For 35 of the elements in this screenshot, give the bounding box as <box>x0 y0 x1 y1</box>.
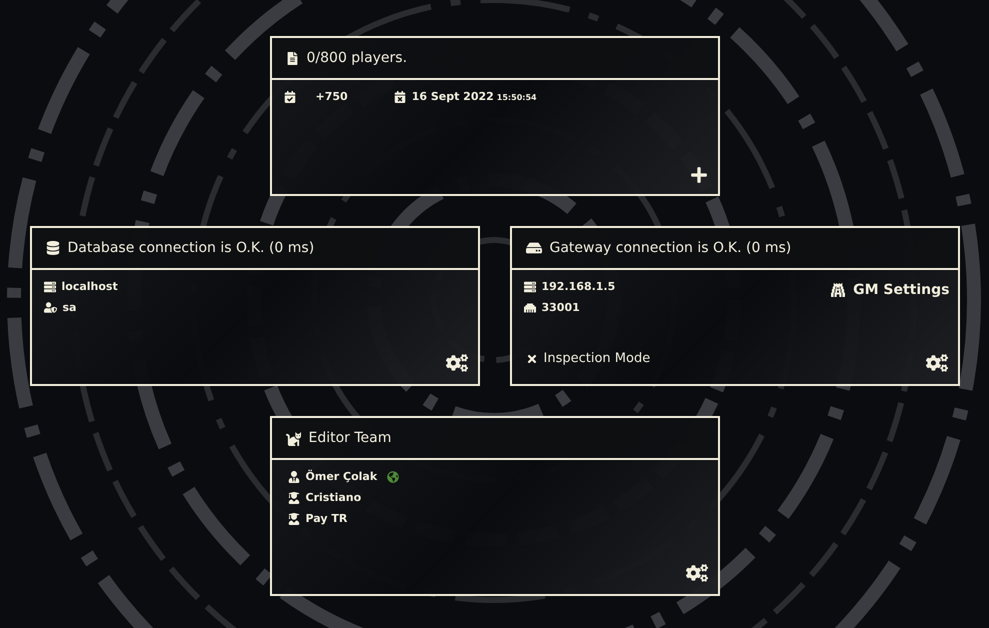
graduate-user-icon <box>288 492 300 504</box>
member-name: Cristiano <box>306 491 362 504</box>
cross-icon <box>526 352 538 364</box>
connection-detail: 33001 <box>542 301 580 314</box>
card-title: Gateway connection is O.K. (0 ms) <box>550 240 792 256</box>
ethernet-port-icon <box>524 302 536 314</box>
gm-settings-button[interactable]: GM Settings <box>831 282 950 298</box>
connection-detail: localhost <box>62 280 118 293</box>
connection-detail: 192.168.1.5 <box>542 280 616 293</box>
graduate-user-icon <box>288 512 300 524</box>
card-title: Editor Team <box>308 430 392 446</box>
card-title: Database connection is O.K. (0 ms) <box>68 240 314 256</box>
settings-button[interactable] <box>926 352 948 374</box>
tower-icon <box>831 283 846 297</box>
calendar-check-icon <box>284 90 296 102</box>
globe-icon <box>387 470 400 482</box>
user-icon <box>288 470 300 482</box>
member-name: Pay TR <box>306 512 348 525</box>
document-icon <box>286 52 298 64</box>
inspection-mode-toggle[interactable]: Inspection Mode <box>526 351 650 366</box>
member-name: Ömer Çolak <box>306 470 378 483</box>
settings-button[interactable] <box>686 562 708 584</box>
user-shield-icon <box>44 301 56 314</box>
settings-button[interactable] <box>446 352 468 374</box>
player-count: +750 <box>316 90 348 103</box>
cat-icon <box>286 430 300 446</box>
card-title: 0/800 players. <box>306 50 408 66</box>
connection-detail: sa <box>62 301 76 314</box>
add-button[interactable] <box>690 166 708 184</box>
server-icon <box>44 280 56 292</box>
database-icon <box>46 241 60 255</box>
drive-icon <box>526 240 542 256</box>
server-icon <box>524 280 536 292</box>
expiry-date: 16 Sept 2022 15:50:54 <box>412 90 537 103</box>
calendar-x-icon <box>394 90 406 102</box>
